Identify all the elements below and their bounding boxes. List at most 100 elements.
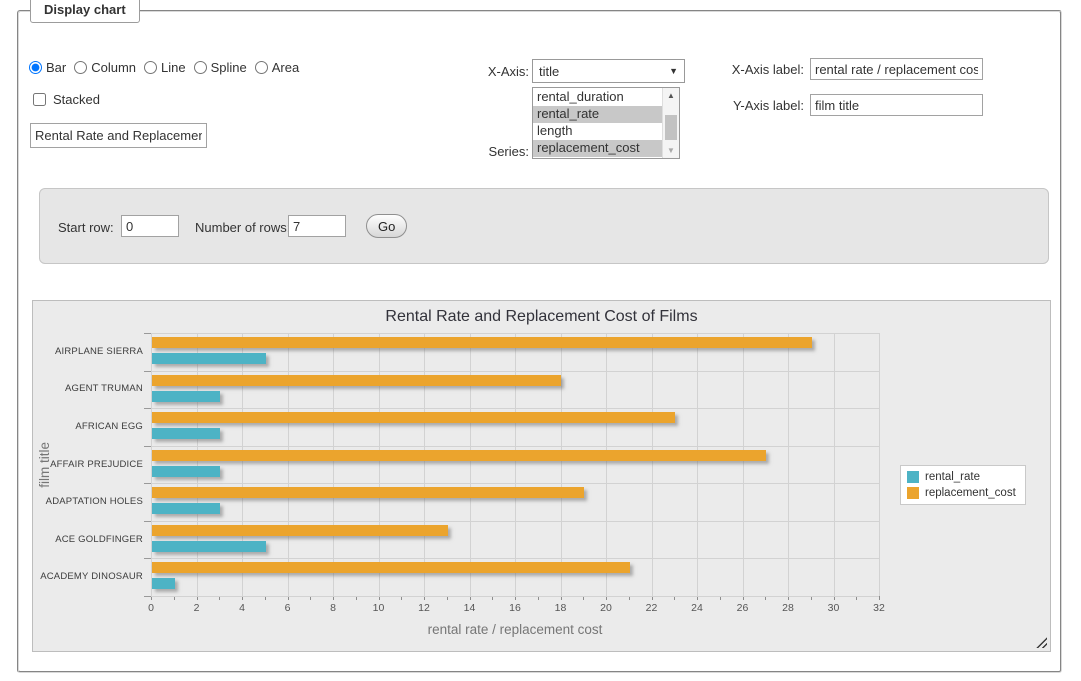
y-category-label: AFRICAN EGG [37, 421, 143, 432]
scroll-down-icon[interactable]: ▼ [663, 146, 679, 155]
bar-rental_rate [152, 428, 220, 439]
y-category-label: ACE GOLDFINGER [37, 534, 143, 545]
chart-type-radio-area[interactable] [255, 61, 268, 74]
number-of-rows-label: Number of rows: [195, 220, 290, 235]
gridline-vertical [834, 333, 835, 596]
y-axis-tick [144, 333, 151, 334]
x-tick-label: 26 [728, 602, 758, 614]
gridline-vertical [652, 333, 653, 596]
bar-rental_rate [152, 466, 220, 477]
chart-type-group: Bar Column Line Spline Area [29, 60, 307, 75]
chart-title: Rental Rate and Replacement Cost of Film… [33, 308, 1050, 326]
legend-swatch-replacement_cost [907, 487, 919, 499]
bar-replacement_cost [152, 412, 675, 423]
x-tick-label: 30 [819, 602, 849, 614]
legend-swatch-rental_rate [907, 471, 919, 483]
series-option-rental_duration[interactable]: rental_duration [533, 89, 662, 106]
gridline-vertical [242, 333, 243, 596]
legend-label-replacement_cost: replacement_cost [925, 487, 1016, 499]
bar-rental_rate [152, 391, 220, 402]
x-tick-label: 0 [136, 602, 166, 614]
gridline-vertical [151, 333, 152, 596]
chart-legend: rental_rate replacement_cost [900, 465, 1026, 505]
scroll-up-icon[interactable]: ▲ [663, 91, 679, 100]
chart-type-label: Area [272, 60, 299, 75]
stacked-option[interactable]: Stacked [29, 90, 100, 109]
series-option-length[interactable]: length [533, 123, 662, 140]
y-axis-label-input[interactable] [810, 94, 983, 116]
chart-type-option-area[interactable]: Area [255, 60, 299, 75]
resize-handle-icon[interactable] [1036, 637, 1047, 648]
x-tick-label: 18 [546, 602, 576, 614]
chart-title-input[interactable] [30, 123, 207, 148]
chart-type-option-spline[interactable]: Spline [194, 60, 247, 75]
x-tick-label: 22 [637, 602, 667, 614]
x-tick-label: 12 [409, 602, 439, 614]
bar-replacement_cost [152, 562, 630, 573]
y-category-label: AFFAIR PREJUDICE [37, 459, 143, 470]
number-of-rows-input[interactable] [288, 215, 346, 237]
series-listbox[interactable]: rental_durationrental_ratelengthreplacem… [532, 87, 680, 159]
bar-replacement_cost [152, 375, 561, 386]
gridline-vertical [788, 333, 789, 596]
y-axis-tick [144, 521, 151, 522]
y-axis-tick [144, 483, 151, 484]
chart-type-option-column[interactable]: Column [74, 60, 136, 75]
chart-type-option-bar[interactable]: Bar [29, 60, 66, 75]
x-axis-select[interactable]: title ▼ [532, 59, 685, 83]
scrollbar-thumb[interactable] [665, 115, 677, 140]
display-chart-fieldset: Display chart BarColumnLineSplineArea St… [17, 10, 1062, 673]
x-axis-label-input[interactable] [810, 58, 983, 80]
x-tick-label: 16 [500, 602, 530, 614]
gridline-vertical [879, 333, 880, 596]
x-tick-label: 28 [773, 602, 803, 614]
go-button[interactable]: Go [366, 214, 407, 238]
gridline-vertical [424, 333, 425, 596]
series-list-label: Series: [434, 144, 529, 159]
bar-rental_rate [152, 353, 266, 364]
x-tick-label: 8 [318, 602, 348, 614]
gridline-horizontal [151, 408, 879, 409]
chart-type-label: Line [161, 60, 186, 75]
legend-item-replacement_cost[interactable]: replacement_cost [907, 487, 1016, 499]
gridline-horizontal [151, 596, 879, 597]
y-category-label: ACADEMY DINOSAUR [37, 571, 143, 582]
legend-label-rental_rate: rental_rate [925, 471, 980, 483]
x-minor-tick [879, 596, 880, 600]
series-option-rental_rate[interactable]: rental_rate [533, 106, 662, 123]
y-axis-label-label: Y-Axis label: [709, 98, 804, 113]
stacked-label: Stacked [53, 92, 100, 107]
gridline-vertical [333, 333, 334, 596]
series-option-replacement_cost[interactable]: replacement_cost [533, 140, 662, 157]
series-scrollbar[interactable]: ▲ ▼ [662, 88, 679, 158]
chart-type-option-line[interactable]: Line [144, 60, 186, 75]
gridline-horizontal [151, 558, 879, 559]
chart-type-label: Column [91, 60, 136, 75]
start-row-label: Start row: [58, 220, 114, 235]
chart-type-radio-line[interactable] [144, 61, 157, 74]
chart-type-radio-bar[interactable] [29, 61, 42, 74]
chart-type-radio-spline[interactable] [194, 61, 207, 74]
gridline-vertical [288, 333, 289, 596]
y-axis-tick [144, 558, 151, 559]
y-category-label: AIRPLANE SIERRA [37, 346, 143, 357]
y-axis-tick [144, 371, 151, 372]
bar-replacement_cost [152, 337, 812, 348]
chart-type-label: Bar [46, 60, 66, 75]
chevron-down-icon: ▼ [669, 66, 678, 76]
x-axis-label-label: X-Axis label: [709, 62, 804, 77]
bar-rental_rate [152, 578, 175, 589]
x-tick-label: 24 [682, 602, 712, 614]
y-axis-tick [144, 596, 151, 597]
x-tick-label: 32 [864, 602, 894, 614]
gridline-vertical [197, 333, 198, 596]
start-row-input[interactable] [121, 215, 179, 237]
gridline-vertical [743, 333, 744, 596]
stacked-checkbox[interactable] [33, 93, 46, 106]
gridline-vertical [697, 333, 698, 596]
legend-item-rental_rate[interactable]: rental_rate [907, 471, 1016, 483]
gridline-horizontal [151, 483, 879, 484]
gridline-vertical [561, 333, 562, 596]
chart-type-radio-column[interactable] [74, 61, 87, 74]
x-axis-select-label: X-Axis: [434, 64, 529, 79]
